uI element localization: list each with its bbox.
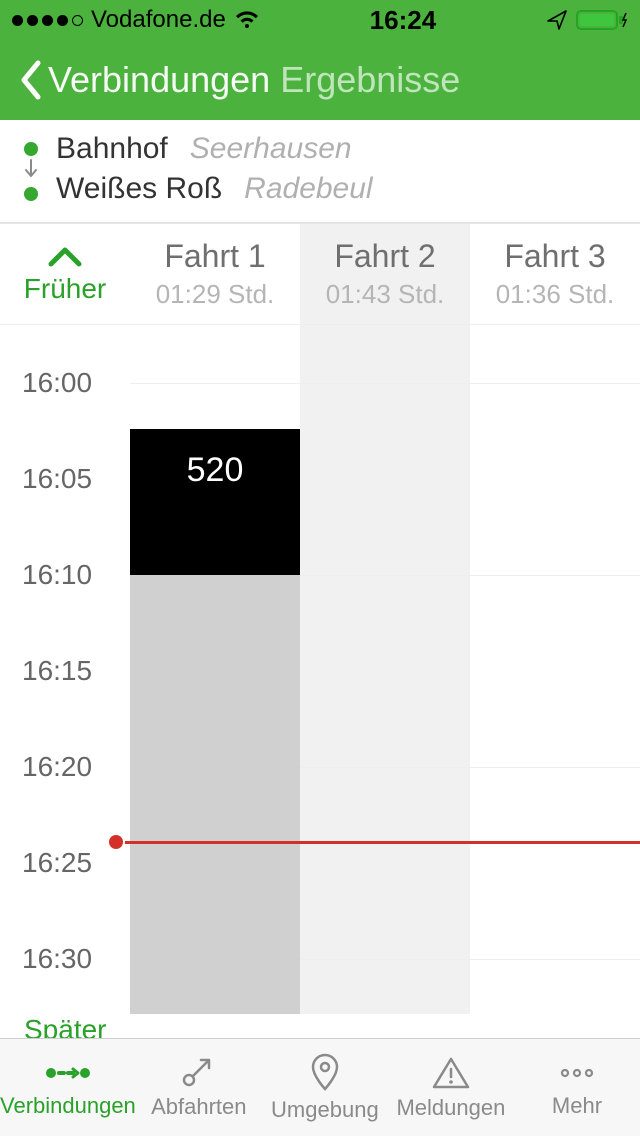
trip-segment-tail[interactable]: [130, 575, 300, 1014]
time-tick: 16:05: [22, 463, 92, 495]
wifi-icon: [234, 10, 260, 30]
trip-label: Fahrt 1: [164, 238, 265, 275]
tab-more[interactable]: Mehr: [514, 1039, 640, 1136]
tab-label: Abfahrten: [151, 1094, 246, 1120]
tab-label: Mehr: [552, 1093, 602, 1119]
destination-dot-icon: [24, 187, 38, 201]
route-icon: [43, 1057, 93, 1089]
origin-dot-icon: [24, 142, 38, 156]
tab-connections[interactable]: Verbindungen: [0, 1039, 136, 1136]
signal-strength-icon: [12, 15, 83, 26]
tab-alerts[interactable]: Meldungen: [388, 1039, 514, 1136]
battery-charging-icon: [576, 9, 628, 31]
timeline[interactable]: 16:00 16:05 16:10 16:15 16:20 16:25 16:3…: [0, 324, 640, 1014]
trip-label: Fahrt 2: [334, 238, 435, 275]
time-tick: 16:20: [22, 751, 92, 783]
tab-surroundings[interactable]: Umgebung: [262, 1039, 388, 1136]
chevron-up-icon: [45, 244, 85, 275]
route-summary[interactable]: Bahnhof Seerhausen Weißes Roß Radebeul: [0, 120, 640, 223]
time-tick: 16:15: [22, 655, 92, 687]
destination-name: Weißes Roß: [56, 172, 222, 206]
earlier-label: Früher: [24, 273, 106, 305]
trip-duration: 01:43 Std.: [326, 279, 445, 310]
back-button[interactable]: [12, 55, 50, 105]
earlier-button[interactable]: Früher: [0, 224, 130, 324]
tab-label: Umgebung: [271, 1097, 379, 1123]
more-icon: [555, 1057, 599, 1089]
now-dot-icon: [109, 835, 123, 849]
pin-icon: [308, 1053, 342, 1093]
status-time: 16:24: [370, 5, 437, 36]
trip-duration: 01:29 Std.: [156, 279, 275, 310]
trip-segment-active[interactable]: 520: [130, 429, 300, 575]
time-axis: 16:00 16:05 16:10 16:15 16:20 16:25 16:3…: [0, 325, 130, 1014]
tab-departures[interactable]: Abfahrten: [136, 1039, 262, 1136]
trip-header-row: Früher Fahrt 1 01:29 Std. Fahrt 2 01:43 …: [0, 223, 640, 324]
time-tick: 16:25: [22, 847, 92, 879]
tab-label: Meldungen: [396, 1095, 505, 1121]
trip-lane-2: [300, 325, 470, 1014]
trip-label: Fahrt 3: [504, 238, 605, 275]
warning-icon: [431, 1055, 471, 1091]
route-arrow-icon: [23, 158, 39, 185]
trip-duration: 01:36 Std.: [496, 279, 615, 310]
carrier-label: Vodafone.de: [91, 6, 226, 34]
origin-city: Seerhausen: [190, 132, 352, 166]
origin-name: Bahnhof: [56, 132, 168, 166]
nav-title: Ergebnisse: [280, 59, 460, 101]
trip-lane-3: [470, 325, 640, 1014]
destination-city: Radebeul: [244, 172, 372, 206]
tab-label: Verbindungen: [0, 1093, 136, 1119]
tab-bar: Verbindungen Abfahrten Umgebung Meldunge…: [0, 1038, 640, 1136]
time-tick: 16:00: [22, 367, 92, 399]
time-tick: 16:30: [22, 943, 92, 975]
trip-column-1[interactable]: Fahrt 1 01:29 Std.: [130, 224, 300, 324]
status-bar: Vodafone.de 16:24: [0, 0, 640, 40]
location-arrow-icon: [546, 9, 568, 31]
now-indicator: [116, 841, 640, 844]
trip-column-3[interactable]: Fahrt 3 01:36 Std.: [470, 224, 640, 324]
trip-line-number: 520: [187, 451, 244, 490]
time-tick: 16:10: [22, 559, 92, 591]
trip-column-2[interactable]: Fahrt 2 01:43 Std.: [300, 224, 470, 324]
nav-bar: Verbindungen Ergebnisse: [0, 40, 640, 120]
nav-back-label[interactable]: Verbindungen: [48, 59, 270, 101]
departures-icon: [179, 1056, 219, 1090]
